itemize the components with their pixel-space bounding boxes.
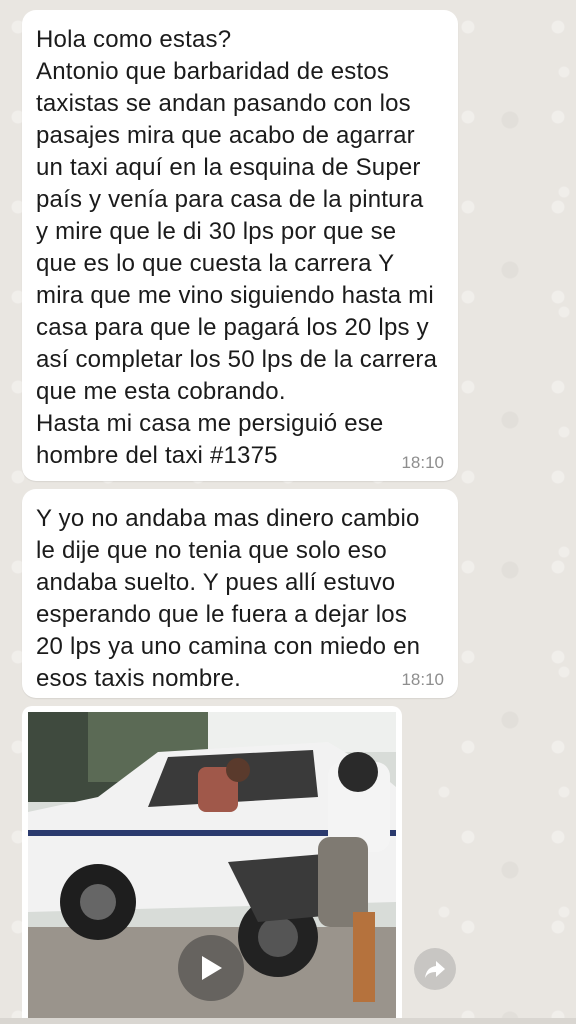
message-text: Hola como estas? Antonio que barbaridad … (36, 26, 438, 469)
message-text: Y yo no andaba mas dinero cambio le dije… (36, 505, 421, 692)
message-bubble[interactable]: Hola como estas? Antonio que barbaridad … (22, 10, 458, 481)
play-icon (202, 956, 222, 980)
message-bubble[interactable]: Y yo no andaba mas dinero cambio le dije… (22, 489, 458, 698)
forward-icon (425, 961, 445, 978)
bottom-edge (0, 1018, 576, 1024)
forward-button[interactable] (414, 948, 456, 990)
play-button[interactable] (178, 935, 244, 1001)
message-timestamp: 18:10 (401, 453, 444, 472)
message-timestamp: 18:10 (401, 670, 444, 689)
